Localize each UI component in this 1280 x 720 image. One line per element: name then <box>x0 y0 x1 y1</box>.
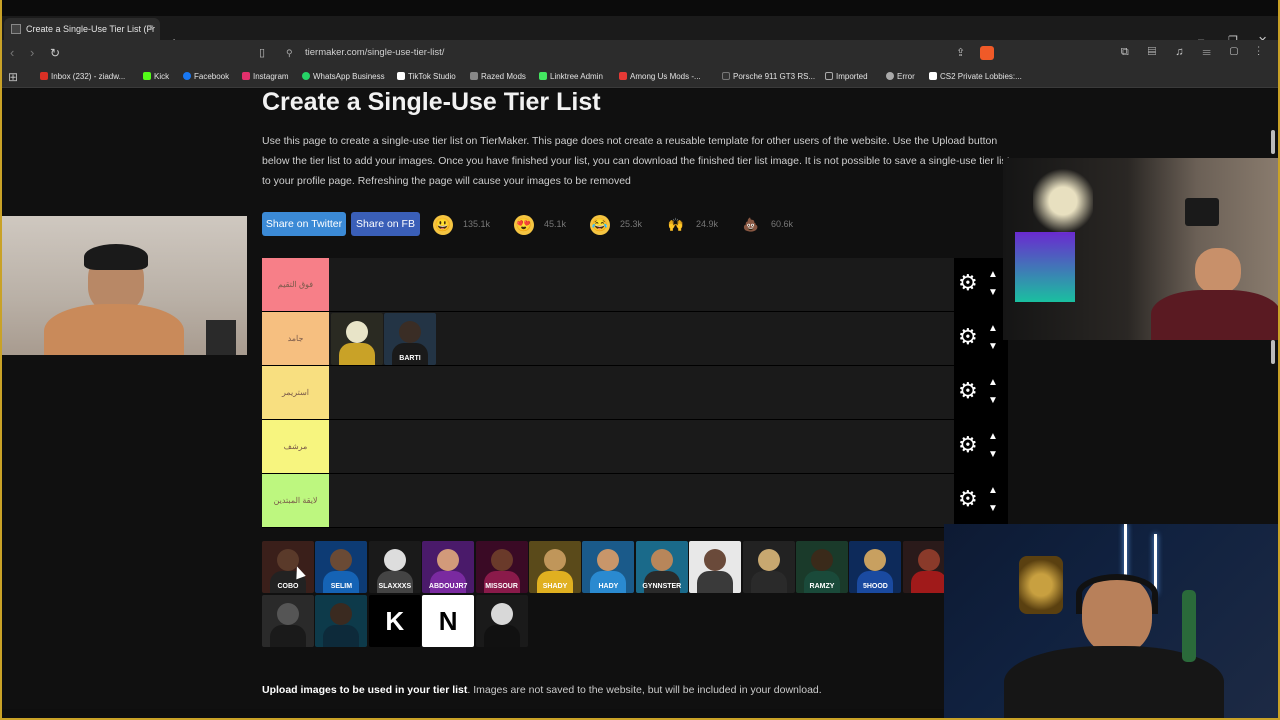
window-frame <box>0 0 1280 720</box>
